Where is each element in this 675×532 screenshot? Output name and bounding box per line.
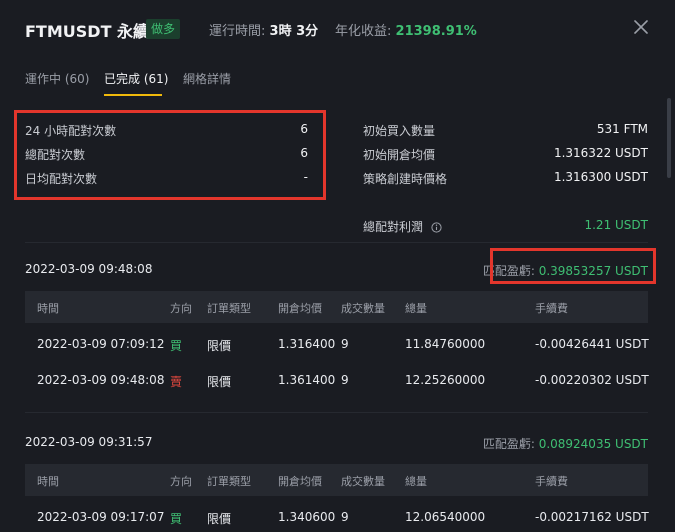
stat-initial-qty-value: 531 FTM: [596, 122, 648, 136]
close-icon[interactable]: [632, 18, 650, 36]
cell-side: 賣: [170, 375, 183, 389]
highlight-box-stats: [14, 110, 326, 200]
cell-fee: -0.00217162 USDT: [535, 510, 649, 524]
cell-qty: 9: [341, 373, 349, 387]
annual-return: 年化收益: 21398.91%: [335, 20, 477, 39]
stat-create-price-value: 1.316300 USDT: [553, 170, 648, 184]
cell-price: 1.316400: [278, 337, 336, 351]
active-tab-indicator: [104, 94, 162, 96]
highlight-box-profit: [490, 248, 656, 284]
tab-running[interactable]: 運作中 (60): [25, 70, 89, 87]
table-2-header: 時間 方向 訂單類型 開倉均價 成交數量 總量 手續費: [25, 464, 648, 496]
col-order-type: 訂單類型: [207, 475, 251, 488]
cell-time: 2022-03-09 09:48:08: [37, 373, 165, 387]
col-qty: 成交數量: [341, 475, 385, 488]
cell-total: 12.06540000: [405, 510, 486, 524]
col-qty: 成交數量: [341, 302, 385, 315]
stat-create-price-label: 策略創建時價格: [363, 172, 448, 186]
cell-type: 限價: [207, 339, 232, 353]
cell-total: 11.84760000: [405, 337, 486, 351]
runtime: 運行時間: 3時 3分: [209, 20, 318, 39]
record-2-profit-value: 0.08924035 USDT: [538, 437, 648, 451]
cell-type: 限價: [207, 375, 232, 389]
col-time: 時間: [37, 475, 59, 488]
cell-time: 2022-03-09 09:17:07: [37, 510, 165, 524]
total-profit-text: 總配對利潤: [363, 220, 424, 234]
col-total: 總量: [405, 302, 427, 315]
col-side: 方向: [170, 302, 192, 315]
cell-price: 1.340600: [278, 510, 336, 524]
col-total: 總量: [405, 475, 427, 488]
stat-initial-qty-label: 初始買入數量: [363, 124, 436, 138]
cell-qty: 9: [341, 510, 349, 524]
section-divider: [25, 412, 648, 413]
total-profit-label: 總配對利潤: [363, 218, 442, 236]
table-row: 2022-03-09 07:09:12 買 限價 1.316400 9 11.8…: [25, 326, 649, 362]
cell-fee: -0.00220302 USDT: [535, 373, 649, 387]
cell-price: 1.361400: [278, 373, 336, 387]
col-fee: 手續費: [535, 302, 568, 315]
annual-label: 年化收益:: [335, 24, 392, 39]
col-time: 時間: [37, 302, 59, 315]
symbol-title: FTMUSDT 永續: [25, 22, 150, 41]
section-divider: [25, 242, 648, 243]
scrollbar-thumb[interactable]: [667, 98, 671, 178]
info-icon[interactable]: [431, 222, 442, 236]
col-side: 方向: [170, 475, 192, 488]
annual-value: 21398.91%: [395, 24, 477, 39]
cell-type: 限價: [207, 512, 232, 526]
tab-bar: 運作中 (60) 已完成 (61) 網格詳情: [0, 58, 675, 98]
cell-time: 2022-03-09 07:09:12: [37, 337, 165, 351]
modal-header: FTMUSDT 永續 做多 運行時間: 3時 3分 年化收益: 21398.91…: [0, 0, 675, 58]
record-1-date: 2022-03-09 09:48:08: [25, 262, 153, 276]
stat-initial-price-label: 初始開倉均價: [363, 148, 436, 162]
direction-badge: 做多: [146, 19, 181, 39]
cell-side: 買: [170, 339, 183, 353]
col-price: 開倉均價: [278, 475, 322, 488]
tab-completed[interactable]: 已完成 (61): [104, 70, 168, 87]
total-profit-value: 1.21 USDT: [584, 218, 648, 232]
runtime-value: 3時 3分: [269, 24, 319, 39]
cell-side: 買: [170, 512, 183, 526]
cell-qty: 9: [341, 337, 349, 351]
table-1-header: 時間 方向 訂單類型 開倉均價 成交數量 總量 手續費: [25, 291, 648, 323]
runtime-label: 運行時間:: [209, 24, 266, 39]
col-order-type: 訂單類型: [207, 302, 251, 315]
record-2-date: 2022-03-09 09:31:57: [25, 435, 153, 449]
record-2-profit: 匹配盈虧: 0.08924035 USDT: [483, 435, 648, 452]
stat-initial-price-value: 1.316322 USDT: [553, 146, 648, 160]
col-fee: 手續費: [535, 475, 568, 488]
table-row: 2022-03-09 09:17:07 買 限價 1.340600 9 12.0…: [25, 499, 649, 532]
cell-total: 12.25260000: [405, 373, 486, 387]
tab-grid-details[interactable]: 網格詳情: [183, 70, 231, 87]
cell-fee: -0.00426441 USDT: [535, 337, 649, 351]
col-price: 開倉均價: [278, 302, 322, 315]
table-row: 2022-03-09 09:48:08 賣 限價 1.361400 9 12.2…: [25, 362, 649, 398]
record-2-profit-label: 匹配盈虧:: [482, 437, 535, 451]
